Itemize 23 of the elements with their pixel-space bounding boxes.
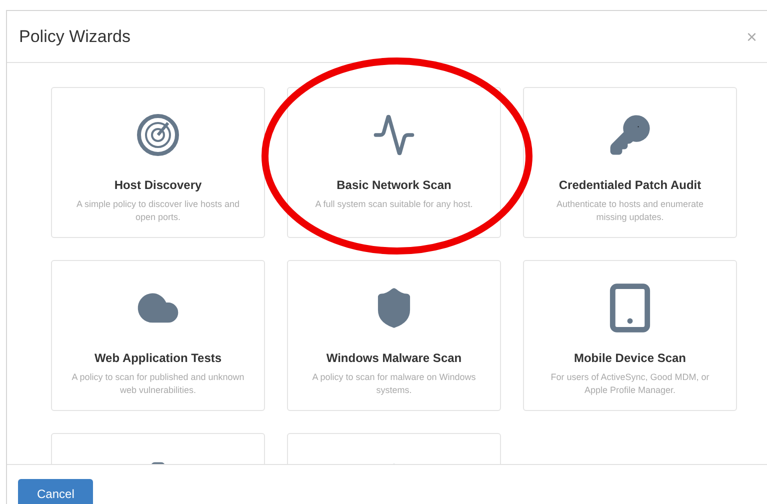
wizard-card[interactable]: Windows Malware Scan A policy to scan for malware on Windows systems. xyxy=(287,260,501,411)
card-title: Windows Malware Scan xyxy=(326,350,462,367)
dialog-title: Policy Wizards xyxy=(19,26,130,48)
card-description: A simple policy to discover live hosts and open ports. xyxy=(75,198,241,224)
wizard-card[interactable]: Mobile Device Scan For users of ActiveSync, Good MDM, or Apple Profile Manager. xyxy=(523,260,737,411)
wizard-card[interactable]: Web Application Tests A policy to scan for published and unknown web vulnerabilities. xyxy=(51,260,265,411)
card-description: A full system scan suitable for any host. xyxy=(314,198,474,211)
card-title: Mobile Device Scan xyxy=(574,350,686,367)
wizard-card[interactable]: Basic Network Scan A full system scan suitable for any host. xyxy=(287,87,501,238)
card-title: Host Discovery xyxy=(114,177,202,194)
card-description: A policy to scan for published and unknown web vulnerabilities. xyxy=(70,371,246,397)
radar-icon xyxy=(136,113,180,157)
card-title: Web Application Tests xyxy=(94,350,222,367)
card-title: Credentialed Patch Audit xyxy=(558,177,702,194)
cancel-button[interactable]: Cancel xyxy=(18,479,94,504)
card-title: Basic Network Scan xyxy=(336,177,452,194)
card-description: For users of ActiveSync, Good MDM, or Apple Profile Manager. xyxy=(550,371,710,397)
key-icon xyxy=(608,113,652,157)
wizard-card[interactable]: Host Discovery A simple policy to discover live hosts and open ports. xyxy=(51,87,265,238)
card-description: Authenticate to hosts and enumerate missing updates. xyxy=(555,198,705,224)
pulse-icon xyxy=(372,113,416,157)
wizard-card[interactable]: Credentialed Patch Audit Authenticate to hosts and enumerate missing updates. xyxy=(523,87,737,238)
card-description: A policy to scan for malware on Windows systems. xyxy=(311,371,477,397)
